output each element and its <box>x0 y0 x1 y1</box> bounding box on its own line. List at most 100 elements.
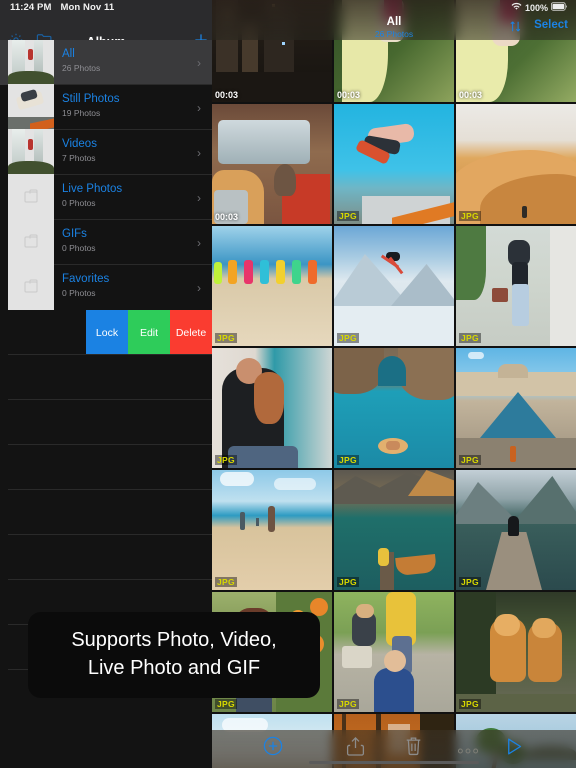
album-list-empty-row <box>0 355 212 400</box>
photo-grid-cell[interactable]: JPG <box>456 226 576 346</box>
album-list-item-live-photos[interactable]: Live Photos 0 Photos › <box>0 174 212 220</box>
album-item-count: 0 Photos <box>62 198 96 208</box>
album-thumbnail-placeholder <box>8 219 54 265</box>
duration-badge: 00:03 <box>459 90 483 100</box>
album-item-text: Live Photos 0 Photos <box>62 182 122 209</box>
format-badge: JPG <box>337 211 359 221</box>
select-button[interactable]: Select <box>534 19 568 31</box>
battery-full-icon <box>551 2 568 13</box>
album-item-count: 0 Photos <box>62 243 96 253</box>
chevron-right-icon: › <box>197 145 201 160</box>
album-item-name: All <box>62 48 75 60</box>
photo-grid-cell[interactable]: JPG <box>334 470 454 590</box>
sort-arrows-icon[interactable] <box>509 20 522 38</box>
format-badge: JPG <box>459 211 481 221</box>
format-badge: JPG <box>459 455 481 465</box>
chevron-right-icon: › <box>197 280 201 295</box>
format-badge: JPG <box>459 577 481 587</box>
add-circle-icon[interactable] <box>262 735 284 762</box>
format-badge: JPG <box>337 333 359 343</box>
sidebar-top-bar: 11:24 PM Mon Nov 11 Album <box>0 0 212 49</box>
album-thumbnail <box>8 84 54 130</box>
battery-percent-label: 100% <box>524 2 548 13</box>
photo-grid-cell[interactable]: JPG <box>456 592 576 712</box>
album-item-count: 26 Photos <box>62 63 101 73</box>
photo-grid-cell[interactable]: JPG <box>456 104 576 224</box>
photo-grid-cell[interactable]: 00:03 <box>212 104 332 224</box>
album-item-name: Favorites <box>62 273 110 285</box>
share-icon[interactable] <box>346 735 365 762</box>
duration-badge: 00:03 <box>337 90 361 100</box>
photo-grid-cell[interactable]: JPG <box>212 348 332 468</box>
format-badge: JPG <box>459 333 481 343</box>
photo-grid-cell[interactable]: JPG <box>456 348 576 468</box>
photo-grid-cell[interactable]: JPG <box>334 592 454 712</box>
chevron-right-icon: › <box>197 100 201 115</box>
swipe-action-group[interactable]: Lock Edit Delete <box>86 310 212 355</box>
album-item-name: GIFs <box>62 228 87 240</box>
album-list-item-gifs[interactable]: GIFs 0 Photos › <box>0 219 212 265</box>
album-item-text: Still Photos 19 Photos <box>62 92 120 119</box>
format-badge: JPG <box>459 699 481 709</box>
photo-grid-cell[interactable]: JPG <box>212 226 332 346</box>
album-thumbnail <box>8 129 54 175</box>
sidebar-nav-bar: Album <box>0 14 212 49</box>
image-placeholder-icon <box>24 189 38 203</box>
album-list-empty-row <box>0 535 212 580</box>
duration-badge: 00:03 <box>215 212 239 222</box>
chevron-right-icon: › <box>197 235 201 250</box>
image-placeholder-icon <box>24 279 38 293</box>
status-bar-time: 11:24 PM <box>10 2 52 13</box>
status-bar-date: Mon Nov 11 <box>60 2 115 13</box>
album-item-name: Videos <box>62 138 97 150</box>
album-list-empty-row <box>0 445 212 490</box>
duration-badge: 00:03 <box>215 90 239 100</box>
trash-icon[interactable] <box>404 735 423 762</box>
photo-grid-cell[interactable]: JPG <box>334 226 454 346</box>
chevron-right-icon: › <box>197 55 201 70</box>
format-badge: JPG <box>215 699 237 709</box>
album-list-empty-row <box>0 490 212 535</box>
delete-button[interactable]: Delete <box>170 310 212 355</box>
play-icon[interactable] <box>504 736 524 762</box>
format-badge: JPG <box>215 455 237 465</box>
album-item-count: 7 Photos <box>62 153 96 163</box>
photo-grid-cell[interactable]: JPG <box>334 104 454 224</box>
caption-overlay: Supports Photo, Video, Live Photo and GI… <box>28 612 320 698</box>
album-item-text: Favorites 0 Photos <box>62 272 109 299</box>
photo-grid-cell[interactable]: JPG <box>456 470 576 590</box>
album-list-item-swiped[interactable]: ›LockEditDelete <box>0 310 212 355</box>
album-list-item-favorites[interactable]: Favorites 0 Photos › <box>0 264 212 310</box>
caption-line-2: Live Photo and GIF <box>87 657 261 679</box>
format-badge: JPG <box>337 699 359 709</box>
album-thumbnail <box>8 40 54 85</box>
album-item-count: 0 Photos <box>62 288 96 298</box>
album-item-count: 19 Photos <box>62 108 101 118</box>
format-badge: JPG <box>337 577 359 587</box>
lock-button[interactable]: Lock <box>86 310 128 355</box>
status-bar-right: 100% <box>511 2 568 13</box>
app-root: 11:24 PM Mon Nov 11 Album <box>0 0 576 768</box>
album-item-name: Still Photos <box>62 93 120 105</box>
more-horizontal-icon[interactable] <box>457 742 479 760</box>
album-thumbnail-placeholder <box>8 264 54 310</box>
image-placeholder-icon <box>24 234 38 248</box>
chevron-right-icon: › <box>197 190 201 205</box>
wifi-icon <box>511 2 522 13</box>
main-top-bar: 100% All 26 Photos Select <box>212 0 576 40</box>
edit-button[interactable]: Edit <box>128 310 170 355</box>
caption-line-1: Supports Photo, Video, <box>71 629 277 651</box>
format-badge: JPG <box>215 333 237 343</box>
album-item-text: Videos 7 Photos <box>62 137 97 164</box>
photo-grid-cell[interactable]: JPG <box>334 348 454 468</box>
album-list-item-all[interactable]: All 26 Photos › <box>0 40 212 85</box>
album-list-item-videos[interactable]: Videos 7 Photos › <box>0 129 212 175</box>
album-list-empty-row <box>0 400 212 445</box>
home-indicator <box>309 760 479 764</box>
album-list-item-still-photos[interactable]: Still Photos 19 Photos › <box>0 84 212 130</box>
album-item-text: All 26 Photos <box>62 47 100 74</box>
photo-grid-cell[interactable]: JPG <box>212 470 332 590</box>
status-bar-left: 11:24 PM Mon Nov 11 <box>10 2 114 13</box>
format-badge: JPG <box>215 577 237 587</box>
album-thumbnail-placeholder <box>8 174 54 220</box>
